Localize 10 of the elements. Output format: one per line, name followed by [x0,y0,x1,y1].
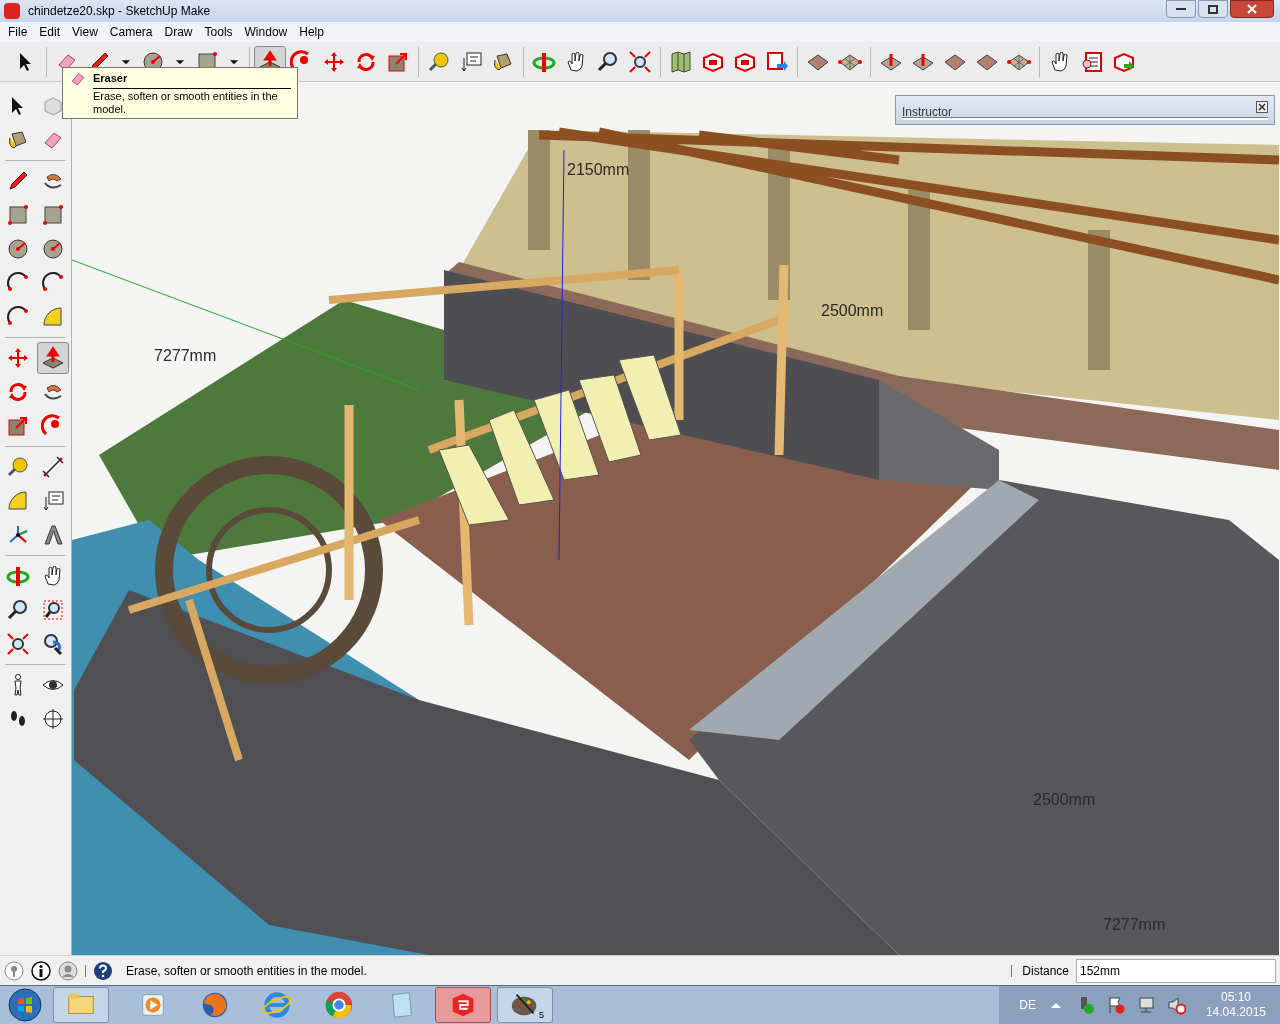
tooltip-text: Erase, soften or smooth entities in the model. [93,88,279,116]
measurement-label: Distance [1022,962,1069,980]
window-title: chindetze20.skp - SketchUp Make [28,3,211,20]
dimension-label: 7277mm [154,346,217,366]
dimension-label: 2150mm [567,160,630,180]
panel-title: Instructor [902,105,952,119]
tooltip-title: Eraser [93,70,291,89]
dimension-label: 2500mm [821,301,884,321]
status-message: Erase, soften or smooth entities in the model. [126,962,367,980]
window-count: 5 [539,1008,544,1022]
